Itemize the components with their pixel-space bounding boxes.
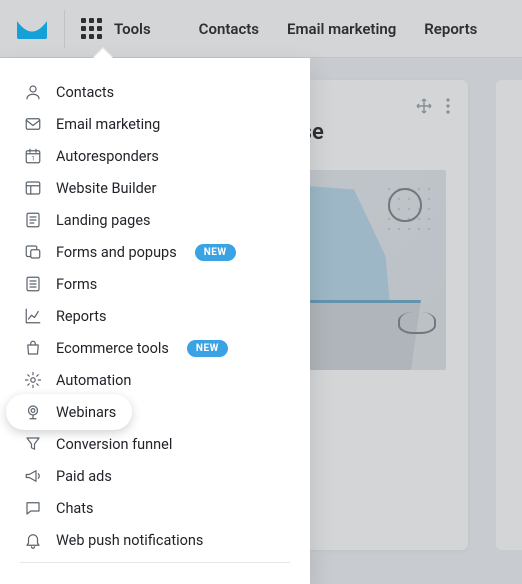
menu-item-paid-ads[interactable]: Paid ads: [0, 460, 310, 492]
top-bar: Tools Contacts Email marketing Reports: [0, 0, 522, 58]
tools-dropdown: Contacts Email marketing 1 Autoresponders We…: [0, 58, 310, 584]
menu-item-label: Contacts: [56, 84, 114, 101]
tools-label: Tools: [114, 20, 151, 38]
menu-divider: [20, 562, 290, 563]
menu-item-website-builder[interactable]: Website Builder: [0, 172, 310, 204]
menu-item-automation[interactable]: Automation: [0, 364, 310, 396]
menu-item-label: Ecommerce tools: [56, 340, 169, 357]
menu-item-reports[interactable]: Reports: [0, 300, 310, 332]
envelope-icon: [24, 115, 42, 133]
lightbulb-doodle-icon: [388, 188, 422, 222]
menu-item-landing-pages[interactable]: Landing pages: [0, 204, 310, 236]
move-icon[interactable]: [416, 98, 432, 114]
menu-item-conversion-funnel[interactable]: Conversion funnel: [0, 428, 310, 460]
bell-icon: [24, 531, 42, 549]
gear-icon: [24, 371, 42, 389]
bag-icon: [24, 339, 42, 357]
menu-item-label: Reports: [56, 308, 107, 325]
nav-reports[interactable]: Reports: [424, 20, 477, 38]
menu-item-label: Forms and popups: [56, 244, 177, 261]
menu-item-email-marketing[interactable]: Email marketing: [0, 108, 310, 140]
menu-item-ecommerce-tools[interactable]: Ecommerce tools NEW: [0, 332, 310, 364]
menu-item-chats[interactable]: Chats: [0, 492, 310, 524]
menu-item-web-push-notifications[interactable]: Web push notifications: [0, 524, 310, 556]
apps-grid-icon: [81, 18, 102, 39]
menu-item-label: Website Builder: [56, 180, 156, 197]
user-icon: [24, 83, 42, 101]
menu-item-label: Webinars: [56, 404, 116, 421]
page-icon: [24, 211, 42, 229]
nav-email-marketing[interactable]: Email marketing: [287, 20, 396, 38]
menu-item-forms[interactable]: Forms: [0, 268, 310, 300]
menu-item-label: Chats: [56, 500, 94, 517]
menu-item-label: Forms: [56, 276, 97, 293]
scribble-icon: [398, 312, 436, 334]
form-popup-icon: [24, 243, 42, 261]
brand-logo-icon: [16, 18, 48, 40]
menu-item-label: Web push notifications: [56, 532, 203, 549]
chat-icon: [24, 499, 42, 517]
new-badge: NEW: [187, 340, 228, 357]
chart-line-icon: [24, 307, 42, 325]
menu-item-label: Landing pages: [56, 212, 151, 229]
menu-item-label: Autoresponders: [56, 148, 159, 165]
menu-item-label: Email marketing: [56, 116, 160, 133]
menu-item-label: Paid ads: [56, 468, 112, 485]
menu-item-contacts[interactable]: Contacts: [0, 76, 310, 108]
nav-contacts[interactable]: Contacts: [199, 20, 259, 38]
svg-text:1: 1: [31, 155, 35, 163]
form-icon: [24, 275, 42, 293]
menu-item-autoresponders[interactable]: 1 Autoresponders: [0, 140, 310, 172]
primary-nav: Contacts Email marketing Reports: [199, 20, 478, 38]
new-badge: NEW: [195, 244, 236, 261]
funnel-icon: [24, 435, 42, 453]
menu-item-webinars[interactable]: Webinars: [0, 396, 310, 428]
megaphone-icon: [24, 467, 42, 485]
menu-item-label: Conversion funnel: [56, 436, 172, 453]
divider: [64, 10, 65, 48]
tools-menu-list: Contacts Email marketing 1 Autoresponders We…: [0, 76, 310, 556]
next-card-peek: [496, 80, 522, 550]
tools-menu-trigger[interactable]: Tools: [81, 18, 151, 39]
layout-icon: [24, 179, 42, 197]
menu-item-forms-and-popups[interactable]: Forms and popups NEW: [0, 236, 310, 268]
menu-item-label: Automation: [56, 372, 131, 389]
calendar1-icon: 1: [24, 147, 42, 165]
kebab-icon[interactable]: [446, 98, 450, 114]
webcam-icon: [24, 403, 42, 421]
